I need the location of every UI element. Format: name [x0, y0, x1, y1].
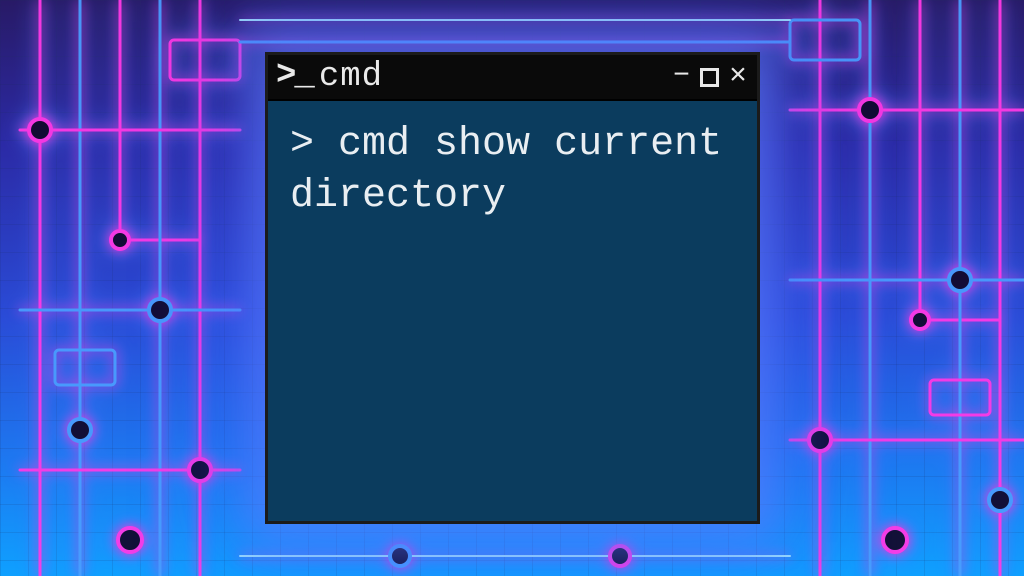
- terminal-window: >_ cmd − × > cmd show current directory: [265, 52, 760, 524]
- titlebar[interactable]: >_ cmd − ×: [268, 55, 757, 101]
- window-controls: − ×: [673, 62, 747, 92]
- window-title: cmd: [319, 58, 383, 96]
- prompt-char: >: [290, 122, 314, 167]
- terminal-icon: >_: [276, 63, 319, 90]
- close-button[interactable]: ×: [729, 62, 747, 92]
- command-text: cmd show current directory: [290, 122, 746, 219]
- minimize-button[interactable]: −: [673, 63, 690, 91]
- terminal-body[interactable]: > cmd show current directory: [268, 101, 757, 521]
- maximize-button[interactable]: [700, 68, 719, 87]
- prompt-glyph: >_: [276, 63, 313, 90]
